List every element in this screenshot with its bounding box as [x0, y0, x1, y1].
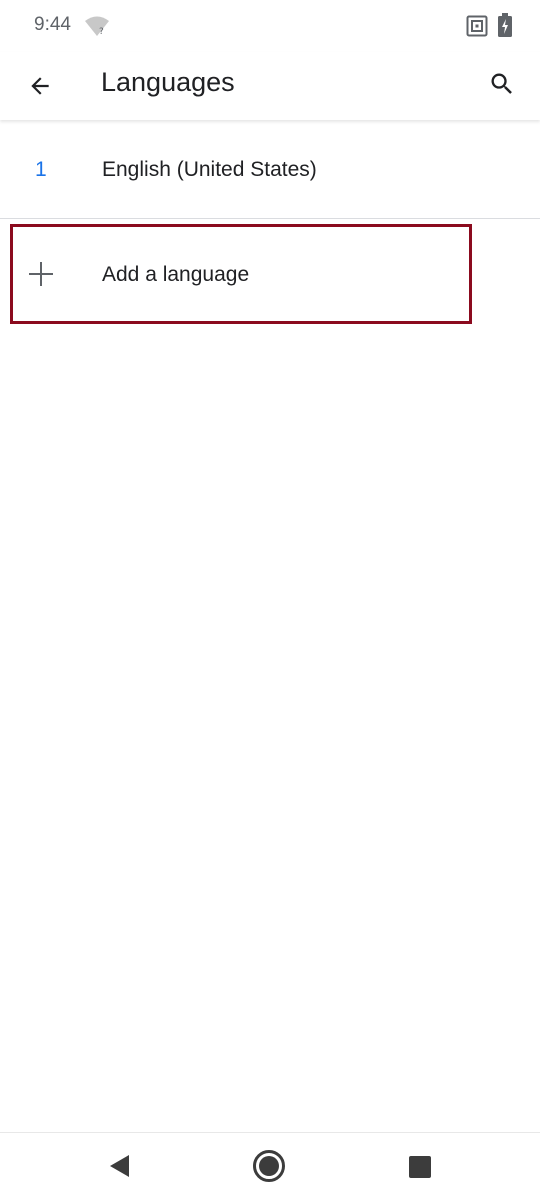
page-title: Languages [101, 67, 235, 97]
nav-recents-icon[interactable] [408, 1155, 432, 1179]
nav-home-icon[interactable] [252, 1149, 286, 1183]
app-bar: Languages [0, 52, 540, 120]
language-label: English (United States) [102, 158, 317, 181]
navigation-bar [0, 1132, 540, 1200]
nfc-icon [466, 15, 488, 37]
add-language-button[interactable]: Add a language [10, 224, 472, 324]
plus-icon [29, 262, 53, 286]
back-button[interactable] [16, 62, 64, 110]
status-time: 9:44 [34, 14, 71, 35]
wifi-unknown-icon: ? [85, 16, 109, 37]
search-icon [491, 73, 512, 94]
status-bar: 9:44 ? [0, 0, 540, 52]
battery-charging-icon [498, 13, 512, 37]
add-language-label: Add a language [102, 263, 250, 286]
search-button[interactable] [478, 60, 526, 108]
svg-text:?: ? [99, 27, 104, 37]
nav-back-icon[interactable] [104, 1151, 134, 1181]
language-list-item[interactable]: 1 English (United States) [0, 122, 540, 219]
screen: 9:44 ? Languages 1 English (United State… [0, 0, 540, 1200]
language-index: 1 [35, 158, 47, 181]
arrow-back-icon [31, 77, 49, 95]
